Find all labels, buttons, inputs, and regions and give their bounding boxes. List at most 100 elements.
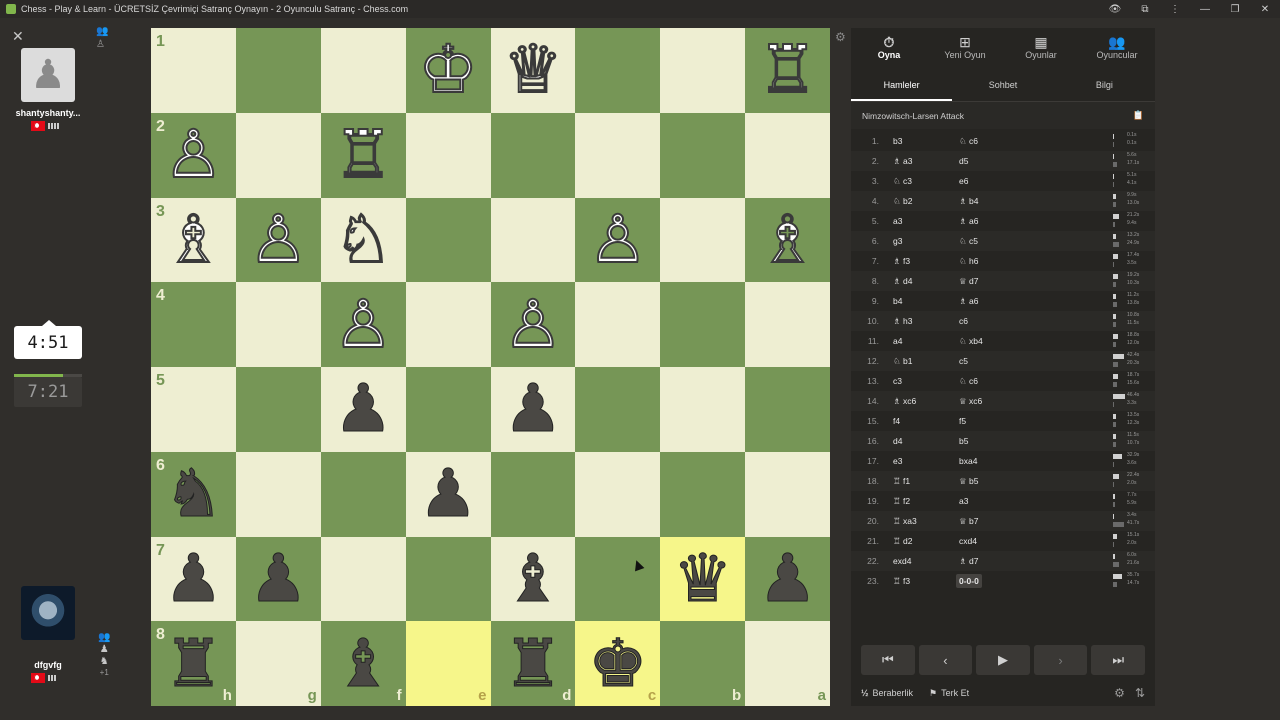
tracking-icon[interactable]: 👁 — [1100, 4, 1130, 15]
board-square[interactable]: ♟ — [320, 367, 406, 452]
black-move[interactable]: 0-0-0 — [956, 574, 982, 588]
white-piece[interactable]: ♙ — [587, 205, 648, 273]
minimize-button[interactable]: — — [1190, 4, 1220, 15]
board-square[interactable] — [405, 112, 491, 198]
board-square[interactable] — [490, 197, 576, 283]
board-square[interactable]: e — [405, 621, 491, 706]
white-move[interactable]: ♗ h3 — [893, 316, 912, 327]
white-move[interactable]: b4 — [893, 296, 902, 306]
white-move[interactable]: ♖ xa3 — [893, 516, 917, 527]
white-move[interactable]: ♗ f3 — [893, 256, 910, 267]
board-square[interactable] — [745, 112, 830, 198]
board-square[interactable] — [490, 112, 576, 198]
white-move[interactable]: ♖ f1 — [893, 476, 910, 487]
white-piece[interactable]: ♙ — [502, 290, 563, 358]
black-piece[interactable]: ♚ — [588, 630, 648, 697]
board-square[interactable]: ♘ — [320, 197, 406, 283]
board-square[interactable]: ♙ — [575, 197, 661, 283]
board-square[interactable]: ♝ — [490, 536, 576, 622]
white-move[interactable]: ♖ d2 — [893, 536, 912, 547]
board-square[interactable] — [235, 112, 321, 198]
board-square[interactable] — [575, 28, 661, 113]
board-square[interactable] — [575, 367, 661, 452]
black-move[interactable]: ♘ c5 — [959, 236, 978, 247]
board-square[interactable] — [235, 367, 321, 452]
board-square[interactable] — [320, 536, 406, 622]
next-move-button[interactable]: › — [1033, 645, 1088, 675]
board-square[interactable] — [660, 282, 746, 367]
black-move[interactable]: a3 — [959, 496, 968, 506]
chess-board[interactable]: 1 ♔ ♕ ♖ 2 ♙ ♖ 3 ♗ ♙ ♘ ♙ ♗ 4 ♙ ♙ 5 ♟ ♟ 6 ♞ ♟ 7 ♟ ♟ ♝ ♛ ♟ 8 h ♜ g f ♝ e d ♜ c ♚ b… — [151, 28, 830, 706]
nav-games[interactable]: ▦ Oyunlar — [1003, 28, 1079, 70]
board-square[interactable]: ♟ — [235, 536, 321, 622]
settings-icon[interactable]: ⚙ — [1114, 686, 1125, 700]
draw-button[interactable]: ½ Beraberlik — [861, 688, 913, 698]
white-move[interactable]: exd4 — [893, 556, 911, 566]
black-piece[interactable]: ♛ — [673, 545, 733, 612]
board-square[interactable]: c ♚ — [575, 621, 661, 706]
board-square[interactable] — [405, 197, 491, 283]
black-move[interactable]: d5 — [959, 156, 968, 166]
white-move[interactable]: f4 — [893, 416, 900, 426]
board-square[interactable] — [660, 112, 746, 198]
board-square[interactable] — [745, 282, 830, 367]
board-square[interactable] — [745, 451, 830, 537]
board-square[interactable]: ♕ — [490, 28, 576, 113]
opening-name[interactable]: Nimzowitsch-Larsen Attack — [862, 111, 964, 121]
board-square[interactable] — [320, 451, 406, 537]
maximize-button[interactable]: ❐ — [1220, 4, 1250, 15]
white-piece[interactable]: ♙ — [163, 121, 224, 189]
white-move[interactable]: b3 — [893, 136, 902, 146]
board-square[interactable] — [405, 536, 491, 622]
tab-info[interactable]: Bilgi — [1054, 70, 1155, 101]
black-piece[interactable]: ♜ — [503, 630, 563, 697]
black-piece[interactable]: ♟ — [418, 460, 478, 527]
extensions-icon[interactable]: ⧉ — [1130, 4, 1160, 15]
flip-board-icon[interactable]: ⇅ — [1135, 686, 1145, 700]
black-piece[interactable]: ♟ — [333, 375, 393, 442]
book-icon[interactable]: 📋 — [1133, 110, 1144, 121]
board-square[interactable]: ♟ — [490, 367, 576, 452]
white-move[interactable]: ♘ c3 — [893, 176, 912, 187]
black-move[interactable]: ♕ d7 — [959, 276, 978, 287]
white-piece[interactable]: ♙ — [333, 290, 394, 358]
black-piece[interactable]: ♝ — [333, 630, 393, 697]
board-square[interactable] — [575, 536, 661, 622]
black-move[interactable]: ♘ h6 — [959, 256, 978, 267]
player-name[interactable]: dfgvfg — [0, 660, 96, 670]
black-move[interactable]: ♘ c6 — [959, 376, 978, 387]
board-square[interactable] — [575, 451, 661, 537]
black-move[interactable]: ♕ b5 — [959, 476, 978, 487]
close-window-button[interactable]: ✕ — [1250, 4, 1280, 15]
white-piece[interactable]: ♔ — [417, 36, 478, 104]
opponent-avatar[interactable]: ♟ — [21, 48, 75, 102]
black-piece[interactable]: ♟ — [163, 545, 223, 612]
board-square[interactable]: ♖ — [320, 112, 406, 198]
board-square[interactable]: a — [745, 621, 830, 706]
board-square[interactable]: ♟ — [405, 451, 491, 537]
black-move[interactable]: ♗ a6 — [959, 296, 978, 307]
board-square[interactable]: ♙ — [320, 282, 406, 367]
black-piece[interactable]: ♜ — [163, 630, 223, 697]
black-move[interactable]: f5 — [959, 416, 966, 426]
board-settings-icon[interactable]: ⚙ — [835, 30, 846, 44]
black-piece[interactable]: ♝ — [503, 545, 563, 612]
board-square[interactable] — [405, 282, 491, 367]
board-square[interactable]: ♗ — [745, 197, 830, 283]
board-square[interactable]: 2 ♙ — [151, 112, 236, 198]
board-square[interactable]: d ♜ — [490, 621, 576, 706]
white-move[interactable]: ♘ b1 — [893, 356, 912, 367]
white-piece[interactable]: ♗ — [757, 205, 818, 273]
resign-button[interactable]: ⚑ Terk Et — [929, 688, 969, 699]
board-square[interactable] — [660, 28, 746, 113]
close-icon[interactable]: ✕ — [12, 28, 24, 45]
board-square[interactable]: ♛ — [660, 536, 746, 622]
board-square[interactable] — [745, 367, 830, 452]
black-piece[interactable]: ♞ — [163, 460, 223, 527]
black-move[interactable]: ♗ a6 — [959, 216, 978, 227]
board-square[interactable]: ♖ — [745, 28, 830, 113]
board-square[interactable] — [660, 451, 746, 537]
black-move[interactable]: c6 — [959, 316, 968, 326]
white-move[interactable]: a4 — [893, 336, 902, 346]
board-square[interactable]: g — [235, 621, 321, 706]
